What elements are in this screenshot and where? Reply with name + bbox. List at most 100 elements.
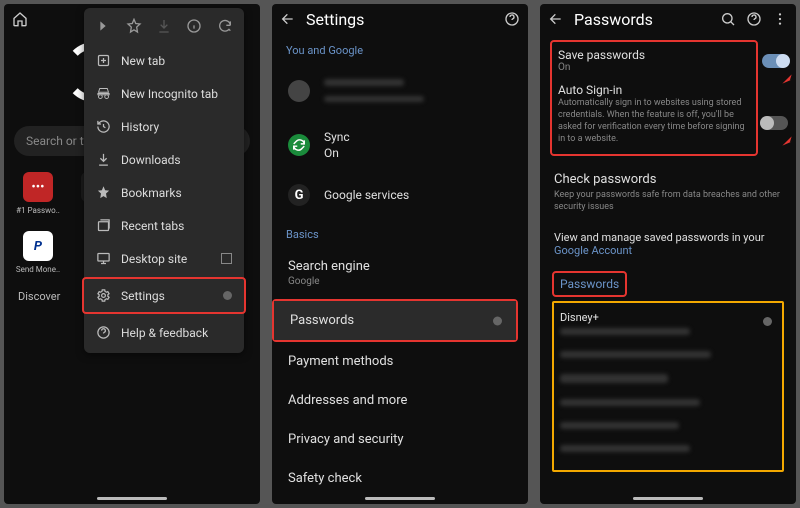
item-dot [763,317,772,326]
menu-help-feedback[interactable]: Help & feedback [84,316,244,349]
avatar [288,80,310,102]
search-engine-row[interactable]: Search engineGoogle [272,247,528,299]
save-passwords-state: On [558,62,750,73]
app-label: Send Mone.. [16,265,60,274]
app-icon: ••• [23,172,53,202]
desktop-icon [96,251,111,266]
settings-appbar: Settings [272,4,528,34]
sync-row[interactable]: SyncOn [272,118,528,172]
annotation-arrow [780,134,794,151]
check-passwords-row[interactable]: Check passwords Keep your passwords safe… [540,162,796,223]
saved-credential-blurred [560,328,690,335]
menu-new-incognito[interactable]: New Incognito tab [84,77,244,110]
passwords-dot [493,316,502,325]
saved-password-item[interactable] [560,414,776,437]
tabs-icon [96,218,111,233]
menu-label: New tab [121,54,165,68]
save-passwords-row[interactable]: Save passwords On [558,48,750,73]
toggle-section-highlight: Save passwords On Auto Sign-in Automatic… [550,40,758,156]
settings-screen: Settings You and Google SyncOn G Google … [272,4,528,504]
menu-label: New Incognito tab [121,87,218,101]
app-shortcut[interactable]: P Send Mone.. [18,231,58,274]
app-icon: P [23,231,53,261]
help-icon[interactable] [504,11,520,27]
menu-recent-tabs[interactable]: Recent tabs [84,209,244,242]
passwords-row[interactable]: Passwords [274,301,516,340]
menu-label: Help & feedback [121,326,208,340]
help-icon [96,325,111,340]
search-icon[interactable] [720,11,736,27]
home-icon[interactable] [12,11,28,27]
saved-password-item[interactable] [560,437,776,460]
home-indicator [365,497,435,500]
settings-title: Settings [306,10,364,29]
app-label: #1 Passwo.. [16,206,60,215]
download-icon [96,152,111,167]
passwords-heading: Passwords [552,271,627,297]
saved-password-item[interactable]: Disney+ [560,307,776,343]
settings-dot [223,291,232,300]
google-account-link[interactable]: Google Account [554,244,632,257]
menu-label: Recent tabs [121,219,184,233]
addresses-row[interactable]: Addresses and more [272,381,528,420]
section-you-and-google: You and Google [272,34,528,63]
saved-password-item[interactable] [560,391,776,414]
row-label: Payment methods [288,354,512,369]
view-manage-row[interactable]: View and manage saved passwords in your … [540,223,796,265]
menu-desktop-site[interactable]: Desktop site [84,242,244,275]
account-row[interactable] [272,63,528,118]
forward-icon[interactable] [95,18,111,34]
app-shortcut[interactable]: ••• #1 Passwo.. [18,172,58,215]
home-indicator [97,497,167,500]
view-manage-text: View and manage saved passwords in your … [554,231,782,257]
menu-history[interactable]: History [84,110,244,143]
privacy-row[interactable]: Privacy and security [272,420,528,459]
more-icon[interactable] [772,11,788,27]
save-passwords-toggle[interactable] [762,54,788,68]
row-label: Passwords [290,313,500,328]
menu-label: Desktop site [121,252,187,266]
auto-signin-toggle[interactable] [762,116,788,130]
account-name-blurred [324,79,404,86]
saved-site-name: Disney+ [560,311,776,324]
star-icon [96,185,111,200]
incognito-icon [96,86,111,101]
google-services-row[interactable]: G Google services [272,172,528,218]
help-icon[interactable] [746,11,762,27]
refresh-icon[interactable] [217,18,233,34]
history-icon [96,119,111,134]
menu-new-tab[interactable]: New tab [84,44,244,77]
passwords-appbar: Passwords [540,4,796,34]
menu-label: Settings [121,289,165,303]
menu-settings[interactable]: Settings [84,279,244,312]
menu-label: Bookmarks [121,186,182,200]
row-label: Privacy and security [288,432,512,447]
safety-check-row[interactable]: Safety check [272,459,528,498]
saved-password-item[interactable] [560,343,776,366]
star-icon[interactable] [126,18,142,34]
saved-credential-blurred [560,374,668,383]
info-icon[interactable] [186,18,202,34]
menu-bookmarks[interactable]: Bookmarks [84,176,244,209]
passwords-title: Passwords [574,10,653,29]
menu-label: Downloads [121,153,181,167]
saved-password-item[interactable] [560,366,776,391]
row-label: Search engine [288,259,512,274]
auto-signin-row[interactable]: Auto Sign-in Automatically sign in to we… [558,83,750,146]
back-icon[interactable] [548,11,564,27]
download-icon[interactable] [156,18,172,34]
desktop-checkbox[interactable] [221,253,232,264]
check-passwords-title: Check passwords [554,172,782,187]
saved-credential-blurred [560,399,700,406]
saved-credential-blurred [560,445,690,452]
gear-icon [96,288,111,303]
chrome-home-screen: Search or type w ••• #1 Passwo.. Upw Act… [4,4,260,504]
back-icon[interactable] [280,11,296,27]
annotation-arrow [780,72,794,89]
saved-credential-blurred [560,351,711,358]
row-label: Safety check [288,471,512,486]
overflow-menu: New tab New Incognito tab History Downlo… [84,8,244,353]
payment-methods-row[interactable]: Payment methods [272,342,528,381]
menu-label: History [121,120,159,134]
menu-downloads[interactable]: Downloads [84,143,244,176]
